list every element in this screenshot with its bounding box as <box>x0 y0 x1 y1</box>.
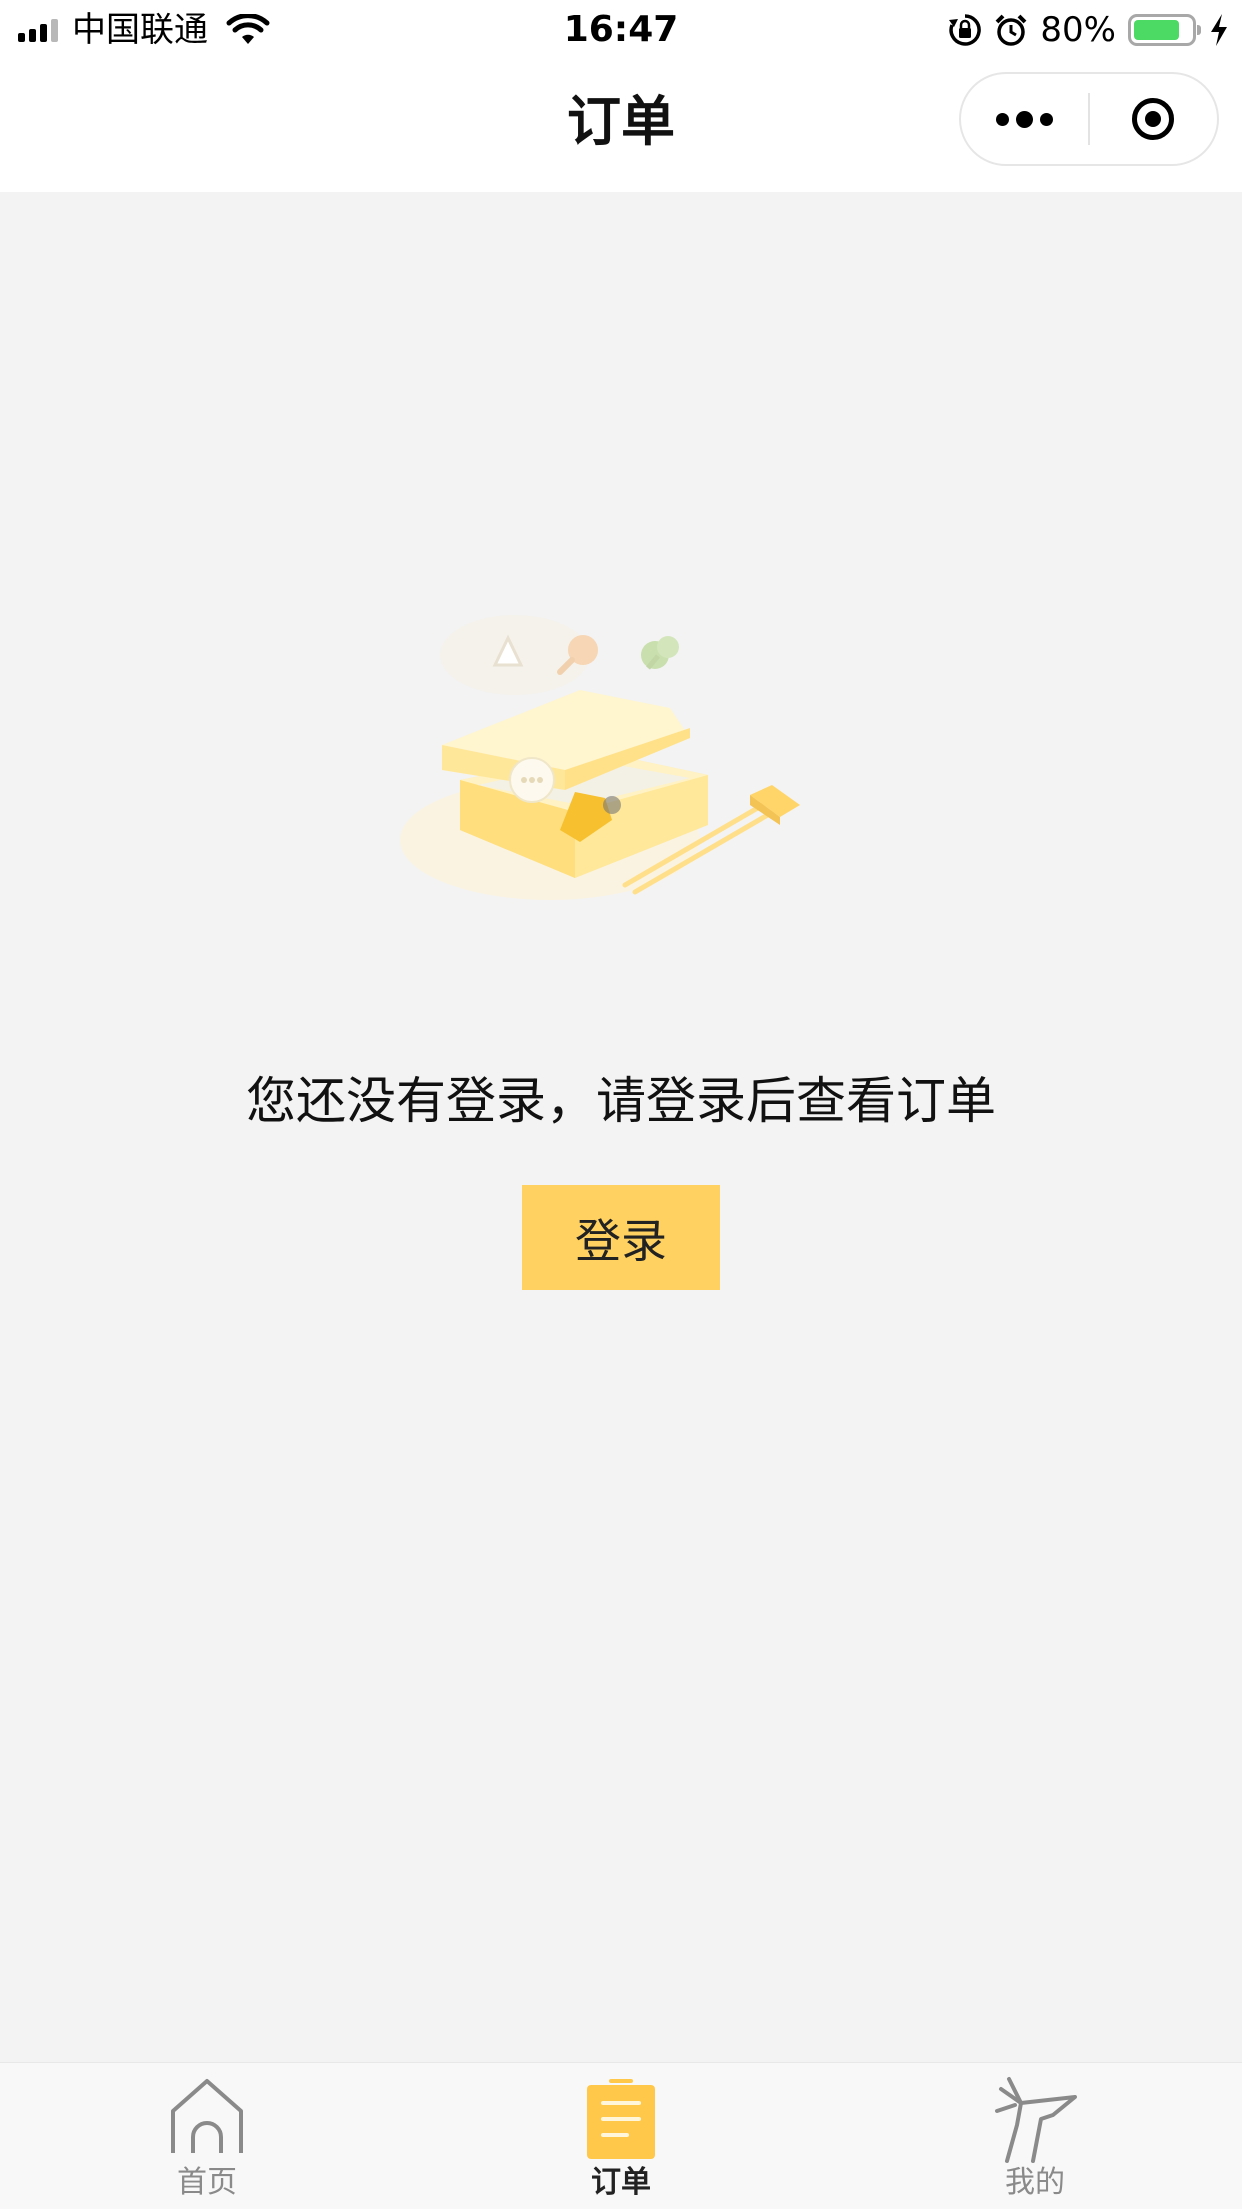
battery-icon <box>1128 14 1201 46</box>
order-icon <box>587 2079 655 2159</box>
more-button[interactable] <box>961 74 1088 164</box>
close-target-icon <box>1132 98 1175 140</box>
tab-home[interactable]: 首页 <box>0 2063 414 2209</box>
tab-home-label: 首页 <box>177 2165 237 2200</box>
tab-profile[interactable]: 我的 <box>828 2063 1242 2209</box>
status-right: 80% <box>948 10 1230 50</box>
login-required-message: 您还没有登录，请登录后查看订单 <box>246 1072 996 1130</box>
alarm-icon <box>996 14 1027 46</box>
charging-icon <box>1211 14 1227 46</box>
login-button[interactable]: 登录 <box>522 1185 720 1290</box>
deer-icon <box>995 2077 1077 2163</box>
tab-orders-label: 订单 <box>591 2165 651 2200</box>
more-icon <box>996 110 1053 128</box>
food-box-illustration <box>400 615 800 900</box>
mini-program-capsule <box>959 72 1219 166</box>
tab-bar: 首页 订单 我的 <box>0 2062 1242 2209</box>
status-bar: 中国联通 16:47 80% <box>0 0 1242 62</box>
home-icon <box>171 2079 243 2153</box>
battery-percent: 80% <box>1040 10 1116 50</box>
tab-profile-label: 我的 <box>1005 2165 1065 2200</box>
rotation-lock-icon <box>949 14 982 46</box>
close-button[interactable] <box>1090 74 1217 164</box>
tab-orders[interactable]: 订单 <box>414 2063 828 2209</box>
nav-bar: 订单 <box>0 62 1242 192</box>
